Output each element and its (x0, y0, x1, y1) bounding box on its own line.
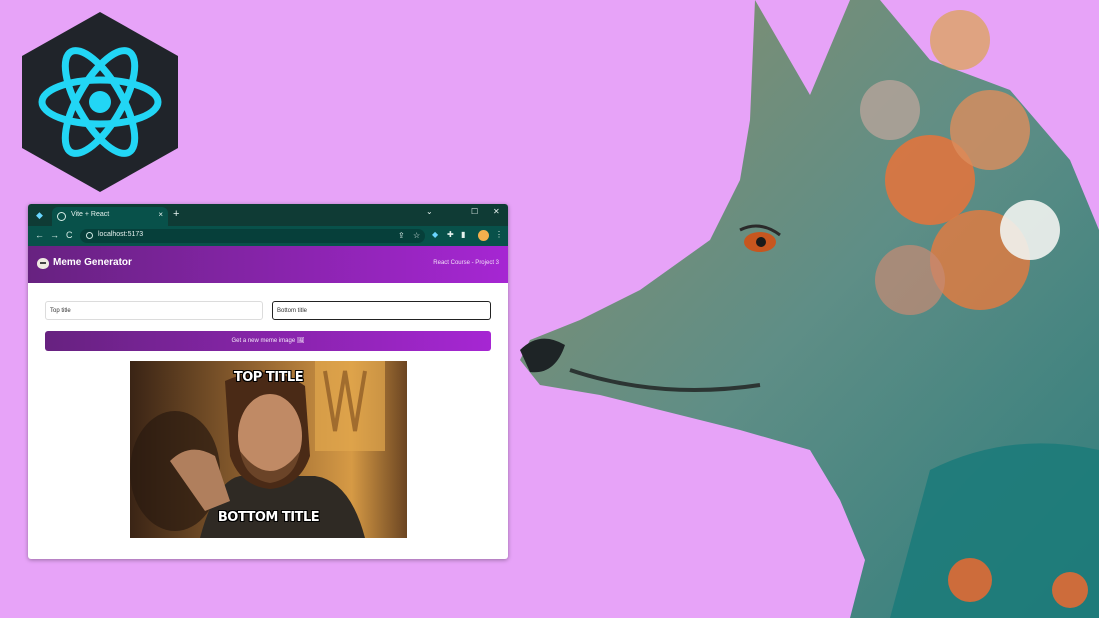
minimize-icon[interactable]: ⌄ (426, 207, 433, 216)
app-title: Meme Generator (53, 257, 132, 268)
troll-face-icon (37, 258, 49, 269)
meme-bottom-text: BOTTOM TITLE (217, 510, 320, 525)
maximize-icon[interactable]: ☐ (471, 207, 478, 216)
menu-dots-icon[interactable]: ⋮ (495, 230, 503, 240)
bottom-text-input[interactable]: Bottom title (272, 301, 491, 320)
puzzle-icon[interactable]: ✚ (447, 230, 454, 240)
url-field[interactable]: localhost:5173 ⇪ ☆ (80, 229, 425, 243)
wolf-illustration (520, 0, 1099, 618)
extension-icon[interactable]: ◆ (432, 230, 438, 240)
back-icon[interactable]: ← (35, 230, 44, 240)
app-subtitle: React Course - Project 3 (433, 260, 499, 266)
share-icon[interactable]: ⇪ (398, 231, 405, 240)
browser-window: ◆ Vite + React × + ⌄ ☐ ✕ ← → C localhost… (28, 204, 508, 559)
tab-bar: ◆ Vite + React × + ⌄ ☐ ✕ (28, 204, 508, 226)
sidebar-icon[interactable]: ▮ (461, 230, 465, 240)
tab-close-icon[interactable]: × (158, 210, 163, 219)
tab-title: Vite + React (71, 211, 110, 218)
top-text-input[interactable]: Top title (45, 301, 263, 320)
meme-form: Top title Bottom title Get a new meme im… (28, 283, 508, 555)
react-logo (22, 12, 178, 192)
star-icon[interactable]: ☆ (413, 231, 420, 240)
meme-image: TOP TITLE BOTTOM TITLE (130, 361, 407, 538)
forward-icon[interactable]: → (50, 230, 59, 240)
get-new-meme-button[interactable]: Get a new meme image 🖼 (45, 331, 491, 351)
address-bar: ← → C localhost:5173 ⇪ ☆ ◆ ✚ ▮ ⋮ (28, 226, 508, 246)
url-text: localhost:5173 (98, 231, 144, 238)
meme-top-text: TOP TITLE (233, 370, 304, 385)
lock-icon[interactable] (86, 232, 93, 239)
app-header: Meme Generator React Course - Project 3 (28, 246, 508, 283)
vite-icon[interactable]: ◆ (36, 210, 46, 220)
new-tab-button[interactable]: + (173, 208, 179, 220)
browser-tab[interactable]: Vite + React × (52, 207, 168, 226)
close-window-icon[interactable]: ✕ (493, 207, 500, 216)
globe-icon (57, 212, 66, 221)
profile-avatar[interactable] (478, 230, 489, 241)
reload-icon[interactable]: C (66, 230, 73, 240)
